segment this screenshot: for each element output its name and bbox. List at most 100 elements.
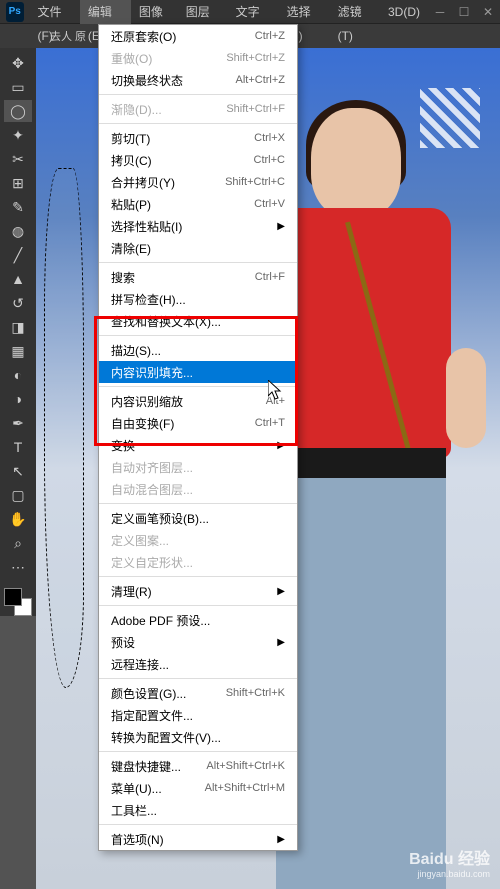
- hand-tool-icon[interactable]: ✋: [4, 508, 32, 530]
- quick-select-tool-icon[interactable]: ✦: [4, 124, 32, 146]
- menu-item: 定义图案...: [99, 529, 297, 551]
- zoom-tool-icon[interactable]: ⌕: [4, 532, 32, 554]
- menu-item[interactable]: 变换 ▶: [99, 434, 297, 456]
- menu-separator: [99, 386, 297, 387]
- menu-item-label: 工具栏...: [111, 802, 157, 819]
- menu-item[interactable]: 内容识别缩放Alt+: [99, 390, 297, 412]
- menu-item[interactable]: 内容识别填充...: [99, 361, 297, 383]
- menu-item-shortcut: Alt+Shift+Ctrl+K: [206, 760, 285, 772]
- pen-tool-icon[interactable]: ✒: [4, 412, 32, 434]
- menu-item[interactable]: 自由变换(F)Ctrl+T: [99, 412, 297, 434]
- dodge-tool-icon[interactable]: ◑: [4, 388, 32, 410]
- menubar: Ps 文件(F) 编辑(E) 图像(I) 图层(L) 文字(Y) 选择(S) 滤…: [0, 0, 500, 24]
- menu-item[interactable]: 菜单(U)... Alt+Shift+Ctrl+M: [99, 777, 297, 799]
- submenu-arrow-icon: ▶: [277, 440, 285, 451]
- menu-item[interactable]: 转换为配置文件(V)...: [99, 726, 297, 748]
- menu-item[interactable]: 定义画笔预设(B)...: [99, 507, 297, 529]
- menu-item-shortcut: Alt+Shift+Ctrl+M: [205, 782, 285, 794]
- shape-tool-icon[interactable]: ▢: [4, 484, 32, 506]
- frame-tool-icon[interactable]: ⊞: [4, 172, 32, 194]
- menu-item-label: 远程连接...: [111, 656, 169, 673]
- submenu-arrow-icon: ▶: [277, 586, 285, 597]
- blur-tool-icon[interactable]: ◐: [4, 364, 32, 386]
- menu-item-label: Adobe PDF 预设...: [111, 612, 210, 629]
- menu-text[interactable]: 文字(Y): [228, 0, 279, 24]
- menu-separator: [99, 576, 297, 577]
- menu-item-shortcut: Shift+Ctrl+Z: [226, 52, 285, 64]
- menu-item-shortcut: Ctrl+T: [255, 417, 285, 429]
- menu-item-label: 定义画笔预设(B)...: [111, 510, 209, 527]
- document-tab[interactable]: 去人 原: [40, 28, 96, 44]
- window-controls: ─ ☐ ✕: [428, 3, 500, 21]
- menu-item[interactable]: 合并拷贝(Y)Shift+Ctrl+C: [99, 171, 297, 193]
- menu-item[interactable]: 工具栏...: [99, 799, 297, 821]
- edit-menu-dropdown: 还原套索(O)Ctrl+Z重做(O)Shift+Ctrl+Z切换最终状态Alt+…: [98, 24, 298, 851]
- menu-item-shortcut: Alt+: [266, 395, 285, 407]
- menu-separator: [99, 503, 297, 504]
- menu-layer[interactable]: 图层(L): [178, 0, 228, 24]
- menu-item[interactable]: 颜色设置(G)...Shift+Ctrl+K: [99, 682, 297, 704]
- close-icon[interactable]: ✕: [476, 3, 500, 21]
- menu-item[interactable]: 拼写检查(H)...: [99, 288, 297, 310]
- menu-item-label: 粘贴(P): [111, 196, 151, 213]
- stamp-tool-icon[interactable]: ▲: [4, 268, 32, 290]
- menu-image[interactable]: 图像(I): [131, 0, 178, 24]
- crop-tool-icon[interactable]: ✂: [4, 148, 32, 170]
- history-brush-tool-icon[interactable]: ↺: [4, 292, 32, 314]
- menu-item[interactable]: 还原套索(O)Ctrl+Z: [99, 25, 297, 47]
- menu-item[interactable]: 预设▶: [99, 631, 297, 653]
- eyedropper-tool-icon[interactable]: ✎: [4, 196, 32, 218]
- menu-item[interactable]: 搜索Ctrl+F: [99, 266, 297, 288]
- menu-item[interactable]: 清除(E): [99, 237, 297, 259]
- minimize-icon[interactable]: ─: [428, 3, 452, 21]
- more-tools-icon[interactable]: ⋯: [4, 556, 32, 578]
- menu-item: 自动对齐图层...: [99, 456, 297, 478]
- watermark-url: jingyan.baidu.com: [409, 869, 490, 879]
- menu-item-label: 颜色设置(G)...: [111, 685, 186, 702]
- menu-filter[interactable]: 滤镜(T): [330, 0, 380, 24]
- color-swatch[interactable]: [4, 588, 32, 616]
- menu-item[interactable]: 切换最终状态Alt+Ctrl+Z: [99, 69, 297, 91]
- foreground-color[interactable]: [4, 588, 22, 606]
- menu-3d[interactable]: 3D(D): [380, 0, 428, 24]
- menu-item[interactable]: 拷贝(C)Ctrl+C: [99, 149, 297, 171]
- menu-item-label: 内容识别填充...: [111, 364, 193, 381]
- menu-item-label: 自动混合图层...: [111, 481, 193, 498]
- menu-item[interactable]: 描边(S)...: [99, 339, 297, 361]
- menu-item-label: 描边(S)...: [111, 342, 161, 359]
- gradient-tool-icon[interactable]: ▦: [4, 340, 32, 362]
- menu-item[interactable]: Adobe PDF 预设...: [99, 609, 297, 631]
- menu-separator: [99, 824, 297, 825]
- menu-item[interactable]: 剪切(T)Ctrl+X: [99, 127, 297, 149]
- menu-item-label: 键盘快捷键...: [111, 758, 181, 775]
- path-select-tool-icon[interactable]: ↖: [4, 460, 32, 482]
- menu-item[interactable]: 粘贴(P)Ctrl+V: [99, 193, 297, 215]
- menu-item-label: 变换: [111, 437, 135, 454]
- menu-edit[interactable]: 编辑(E): [80, 0, 131, 24]
- menu-item[interactable]: 清理(R)▶: [99, 580, 297, 602]
- lasso-tool-icon[interactable]: ◯: [4, 100, 32, 122]
- menu-item[interactable]: 指定配置文件...: [99, 704, 297, 726]
- brush-tool-icon[interactable]: ╱: [4, 244, 32, 266]
- marquee-tool-icon[interactable]: ▭: [4, 76, 32, 98]
- lasso-selection: [44, 168, 84, 688]
- eraser-tool-icon[interactable]: ◨: [4, 316, 32, 338]
- menu-item-label: 还原套索(O): [111, 28, 176, 45]
- menu-item-label: 搜索: [111, 269, 135, 286]
- menu-item-shortcut: Shift+Ctrl+F: [226, 103, 285, 115]
- menu-item[interactable]: 查找和替换文本(X)...: [99, 310, 297, 332]
- menu-item: 自动混合图层...: [99, 478, 297, 500]
- menu-item[interactable]: 键盘快捷键... Alt+Shift+Ctrl+K: [99, 755, 297, 777]
- menu-item-label: 菜单(U)...: [111, 780, 162, 797]
- maximize-icon[interactable]: ☐: [452, 3, 476, 21]
- menu-item[interactable]: 远程连接...: [99, 653, 297, 675]
- menu-item[interactable]: 首选项(N)▶: [99, 828, 297, 850]
- move-tool-icon[interactable]: ✥: [4, 52, 32, 74]
- menu-item[interactable]: 选择性粘贴(I)▶: [99, 215, 297, 237]
- menu-item-label: 首选项(N): [111, 831, 164, 848]
- healing-tool-icon[interactable]: ◍: [4, 220, 32, 242]
- menu-file[interactable]: 文件(F): [30, 0, 80, 24]
- menu-item-label: 选择性粘贴(I): [111, 218, 182, 235]
- menu-select[interactable]: 选择(S): [279, 0, 330, 24]
- type-tool-icon[interactable]: T: [4, 436, 32, 458]
